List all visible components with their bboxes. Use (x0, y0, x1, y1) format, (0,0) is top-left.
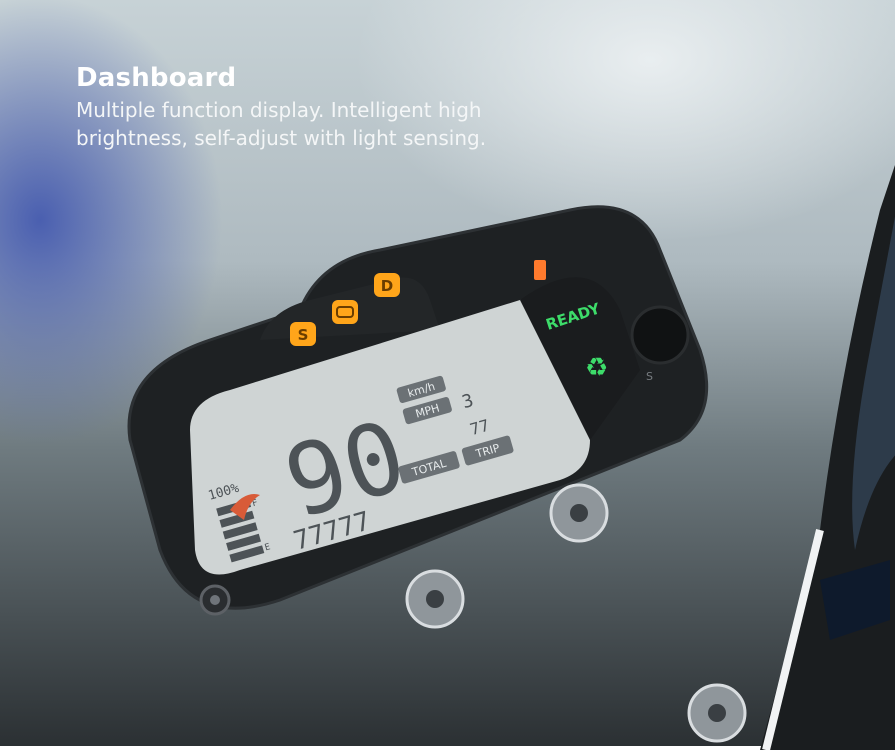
mount-screw-bottom (687, 683, 747, 743)
caption-line-1: Multiple function display. Intelligent h… (76, 98, 482, 122)
caption-description: Multiple function display. Intelligent h… (76, 96, 616, 152)
housing-mode-mark: S (646, 370, 653, 383)
caption-title: Dashboard (76, 63, 237, 93)
regeneration-icon: ♻ (585, 352, 608, 382)
mount-screw-left (405, 569, 465, 629)
feature-caption: Dashboard Multiple function display. Int… (76, 62, 616, 152)
sport-mode-label: S (298, 326, 309, 344)
mount-screw-top (549, 483, 609, 543)
caption-line-2: brightness, self-adjust with light sensi… (76, 126, 487, 150)
control-knob[interactable] (630, 305, 690, 365)
battery-warning-icon (534, 260, 546, 280)
drive-mode-label: D (381, 277, 393, 295)
engine-check-light (332, 300, 358, 324)
